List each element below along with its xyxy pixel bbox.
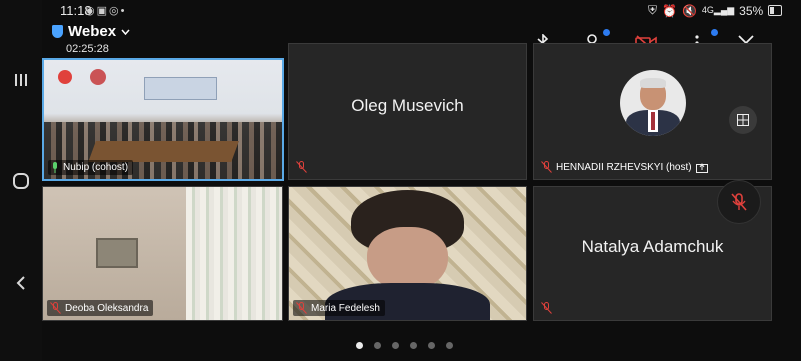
window-curtain: [186, 187, 282, 320]
participant-name-large: Natalya Adamchuk: [581, 237, 724, 256]
wall-picture: [95, 237, 138, 269]
mic-off-icon: [541, 161, 552, 173]
participant-label: HENNADII RZHEVSKYI (host): [538, 159, 713, 175]
chevron-down-icon: [121, 29, 130, 35]
mute-status-icon: 🔇: [681, 3, 697, 18]
notification-badge: [603, 29, 610, 36]
mic-on-icon: [53, 162, 57, 173]
notification-badge: [711, 29, 718, 36]
page-dot-2[interactable]: [374, 342, 381, 349]
gallery-icon: ▣: [96, 5, 110, 17]
notification-icons: ◉▣◎•: [85, 4, 126, 17]
participant-label: Deoba Oleksandra: [47, 300, 154, 316]
page-dot-1[interactable]: [356, 342, 363, 349]
video-tile-hennadii[interactable]: HENNADII RZHEVSKYI (host): [533, 43, 772, 180]
participant-label: Nubip (cohost): [48, 160, 134, 175]
video-tile-oleg[interactable]: Oleg Musevich: [288, 43, 527, 180]
participant-label: [538, 300, 557, 316]
avatar-hair: [640, 78, 666, 88]
home-icon: [13, 173, 29, 189]
share-screen-icon: [695, 162, 708, 173]
back-button[interactable]: [8, 270, 34, 296]
avatar-tie: [651, 112, 655, 130]
mic-off-icon: [50, 302, 61, 314]
participant-label: [293, 159, 312, 175]
mic-off-icon: [296, 302, 307, 314]
mic-off-icon: [731, 193, 747, 211]
messenger-icon: ◉: [85, 5, 97, 17]
page-indicator[interactable]: [356, 342, 453, 349]
meeting-title-dropdown[interactable]: Webex: [52, 23, 130, 40]
presentation-screen: [143, 76, 218, 101]
battery-icon: [768, 5, 783, 16]
page-dot-4[interactable]: [410, 342, 417, 349]
participant-label: Maria Fedelesh: [293, 300, 385, 316]
alarm-icon: ⏰: [662, 3, 677, 18]
system-status: ⛨ ⏰ 🔇 4G▂▄▆ 35%: [648, 3, 783, 18]
participant-name-large: Oleg Musevich: [351, 96, 464, 115]
page-dot-6[interactable]: [446, 342, 453, 349]
battery-level: 35%: [739, 3, 764, 18]
self-mute-button[interactable]: [717, 180, 761, 224]
mute-indicator-icon: [90, 69, 106, 85]
page-dot-3[interactable]: [392, 342, 399, 349]
participant-name: HENNADII RZHEVSKYI (host): [556, 161, 692, 173]
person-face: [367, 226, 448, 291]
recent-apps-icon: [15, 74, 27, 86]
participant-name: Nubip (cohost): [63, 162, 129, 173]
layout-switch-button[interactable]: [729, 106, 757, 134]
app-title: Webex: [68, 23, 117, 40]
dot-icon: •: [120, 5, 127, 17]
signal-icon: 4G▂▄▆: [701, 5, 735, 15]
avatar: [620, 70, 686, 136]
meeting-duration: 02:25:28: [66, 43, 109, 55]
video-tile-nubip[interactable]: Nubip (cohost): [42, 58, 284, 181]
home-button[interactable]: [8, 168, 34, 194]
recent-apps-button[interactable]: [8, 67, 34, 93]
mic-off-icon: [541, 302, 552, 314]
recording-indicator-icon: [58, 70, 72, 84]
shield-status-icon: ⛨: [648, 3, 658, 17]
page-dot-5[interactable]: [428, 342, 435, 349]
participant-name: Maria Fedelesh: [311, 302, 380, 314]
shield-icon: [52, 25, 63, 38]
video-tile-deoba[interactable]: Deoba Oleksandra: [42, 186, 283, 321]
participant-name: Deoba Oleksandra: [65, 302, 149, 314]
mic-off-icon: [296, 161, 307, 173]
back-arrow-icon: [16, 276, 25, 290]
grid-icon: [737, 114, 749, 126]
video-tile-maria[interactable]: Maria Fedelesh: [288, 186, 527, 321]
viber-icon: ◎: [109, 5, 121, 17]
